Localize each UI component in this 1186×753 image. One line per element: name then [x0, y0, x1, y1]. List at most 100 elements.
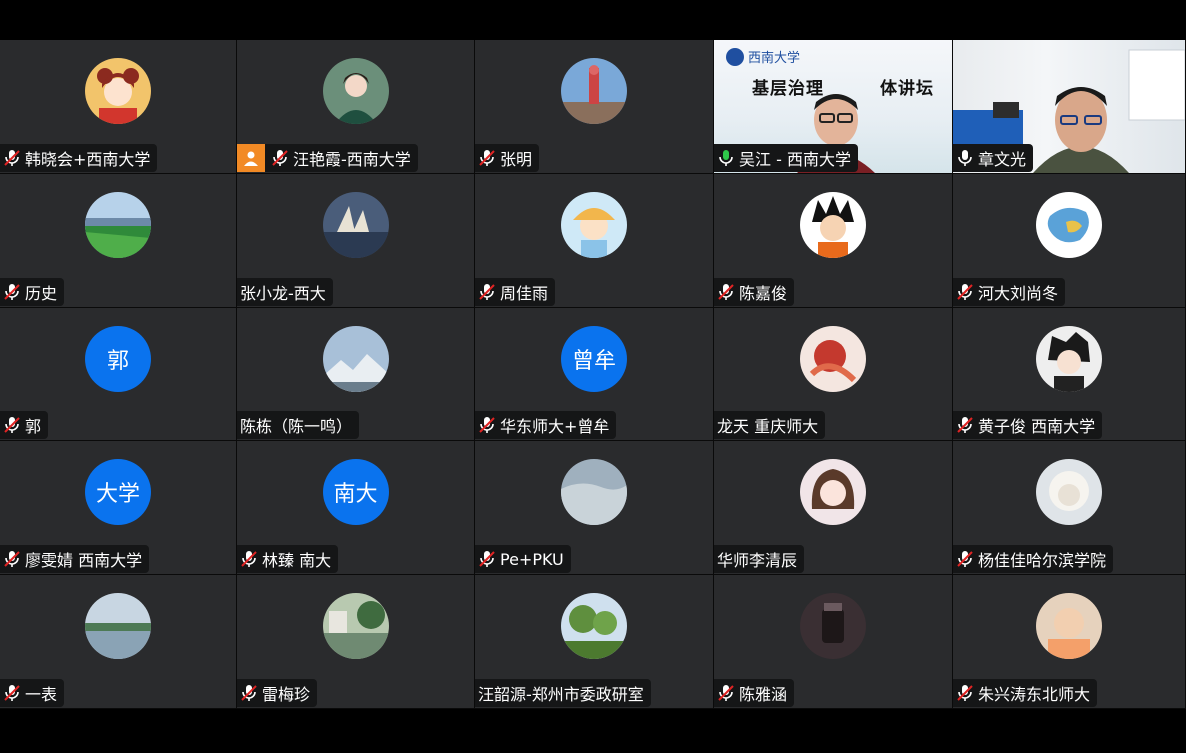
- participant-name: 汪韶源-郑州市委政研室: [478, 684, 644, 704]
- mic-muted-icon: [717, 282, 735, 302]
- university-logo: 西南大学: [726, 48, 800, 66]
- participant-tile[interactable]: 汪艳霞-西南大学: [237, 40, 475, 174]
- name-label: 历史: [0, 277, 65, 306]
- name-label: 河大刘尚冬: [953, 277, 1066, 306]
- participant-name: 陈栋（陈一鸣）: [240, 417, 353, 437]
- mic-muted-icon: [3, 683, 21, 703]
- participant-tile[interactable]: 陈嘉俊: [714, 173, 953, 308]
- name-label: 杨佳佳哈尔滨学院: [953, 545, 1114, 574]
- avatar: [561, 459, 627, 526]
- mic-muted-icon: [240, 683, 258, 703]
- participant-tile[interactable]: 韩晓会+西南大学: [0, 40, 237, 174]
- mic-muted-icon: [3, 549, 21, 569]
- name-label: 黄子俊 西南大学: [953, 411, 1103, 440]
- participant-tile[interactable]: 陈雅涵: [714, 575, 953, 709]
- name-label: 林臻 南大: [237, 545, 339, 574]
- avatar: [800, 325, 866, 392]
- letter-avatar: 南大: [322, 459, 389, 526]
- avatar: [800, 459, 866, 526]
- name-label: 周佳雨: [475, 277, 556, 306]
- participant-tile[interactable]: 大学廖雯婧 西南大学: [0, 441, 237, 576]
- avatar: [800, 191, 866, 258]
- mic-muted-icon: [478, 549, 496, 569]
- mic-muted-icon: [478, 415, 496, 435]
- participant-tile[interactable]: 章文光: [953, 40, 1186, 174]
- avatar: [1036, 191, 1102, 258]
- participant-tile[interactable]: 汪韶源-郑州市委政研室: [475, 575, 714, 709]
- letter-avatar: 郭: [85, 325, 151, 392]
- participant-tile[interactable]: 西南大学 基层治理 体讲坛 吴江 - 西南大学: [714, 40, 953, 174]
- letter-avatar: 大学: [85, 459, 151, 526]
- participant-tile[interactable]: 张小龙-西大: [237, 173, 475, 308]
- avatar: [561, 191, 627, 258]
- mic-muted-icon: [3, 415, 21, 435]
- participant-tile[interactable]: 龙天 重庆师大: [714, 307, 953, 442]
- participant-tile[interactable]: 南大林臻 南大: [237, 441, 475, 576]
- participant-name: 张明: [500, 149, 533, 169]
- avatar: [561, 58, 627, 124]
- participant-tile[interactable]: 杨佳佳哈尔滨学院: [953, 441, 1186, 576]
- avatar: [322, 191, 389, 258]
- name-label: Pe+PKU: [475, 545, 571, 574]
- participant-tile[interactable]: 黄子俊 西南大学: [953, 307, 1186, 442]
- name-label: 龙天 重庆师大: [714, 411, 826, 440]
- mic-muted-icon: [478, 148, 496, 168]
- participant-name: 周佳雨: [500, 283, 549, 303]
- mic-muted-icon: [271, 148, 289, 168]
- avatar: [322, 593, 389, 660]
- name-label: 华师李清辰: [714, 545, 805, 574]
- video-grid: 韩晓会+西南大学 汪艳霞-西南大学 张明 西南大学 基层治理 体讲坛 吴江 - 西南大…: [0, 40, 1186, 709]
- participant-name: 林臻 南大: [262, 551, 332, 571]
- participant-tile[interactable]: 郭郭: [0, 307, 237, 442]
- participant-name: 汪艳霞-西南大学: [293, 149, 411, 169]
- mic-muted-icon: [956, 282, 974, 302]
- name-label: 朱兴涛东北师大: [953, 678, 1098, 707]
- participant-tile[interactable]: 曾牟 华东师大+曾牟: [475, 307, 714, 442]
- participant-tile[interactable]: Pe+PKU: [475, 441, 714, 576]
- mic-muted-icon: [956, 549, 974, 569]
- mic-muted-icon: [956, 415, 974, 435]
- mic-muted-icon: [717, 683, 735, 703]
- name-label: 华东师大+曾牟: [475, 411, 617, 440]
- participant-name: Pe+PKU: [500, 549, 564, 569]
- participant-name: 一表: [25, 684, 58, 704]
- name-label: 张小龙-西大: [237, 277, 333, 306]
- participant-tile[interactable]: 一表: [0, 575, 237, 709]
- participant-name: 龙天 重庆师大: [717, 417, 819, 437]
- name-label: 雷梅珍: [237, 678, 318, 707]
- participant-tile[interactable]: 雷梅珍: [237, 575, 475, 709]
- participant-tile[interactable]: 朱兴涛东北师大: [953, 575, 1186, 709]
- avatar: [800, 593, 866, 660]
- avatar: [1036, 325, 1102, 392]
- name-label: 廖雯婧 西南大学: [0, 545, 150, 574]
- name-label: 陈栋（陈一鸣）: [237, 411, 360, 440]
- participant-name: 黄子俊 西南大学: [978, 417, 1096, 437]
- participant-name: 陈雅涵: [739, 684, 788, 704]
- participant-tile[interactable]: 陈栋（陈一鸣）: [237, 307, 475, 442]
- avatar: [322, 58, 389, 124]
- name-label: 一表: [0, 678, 65, 707]
- avatar: [561, 593, 627, 660]
- avatar: [85, 191, 151, 258]
- mic-icon: [956, 148, 974, 168]
- avatar: [85, 58, 151, 124]
- name-label: 张明: [475, 143, 540, 172]
- participant-tile[interactable]: 张明: [475, 40, 714, 174]
- participant-tile[interactable]: 历史: [0, 173, 237, 308]
- participant-tile[interactable]: 周佳雨: [475, 173, 714, 308]
- participant-name: 河大刘尚冬: [978, 283, 1059, 303]
- mic-muted-icon: [240, 549, 258, 569]
- participant-name: 雷梅珍: [262, 684, 311, 704]
- participant-name: 吴江 - 西南大学: [739, 149, 851, 169]
- name-label: 韩晓会+西南大学: [0, 143, 158, 172]
- name-label: 汪韶源-郑州市委政研室: [475, 678, 651, 707]
- avatar: [322, 325, 389, 392]
- participant-tile[interactable]: 河大刘尚冬: [953, 173, 1186, 308]
- name-label: 陈嘉俊: [714, 277, 795, 306]
- name-label: 章文光: [953, 143, 1034, 172]
- participant-tile[interactable]: 华师李清辰: [714, 441, 953, 576]
- name-label: 郭: [0, 411, 49, 440]
- mic-muted-icon: [3, 282, 21, 302]
- participant-name: 朱兴涛东北师大: [978, 684, 1091, 704]
- mic-active-icon: [717, 148, 735, 168]
